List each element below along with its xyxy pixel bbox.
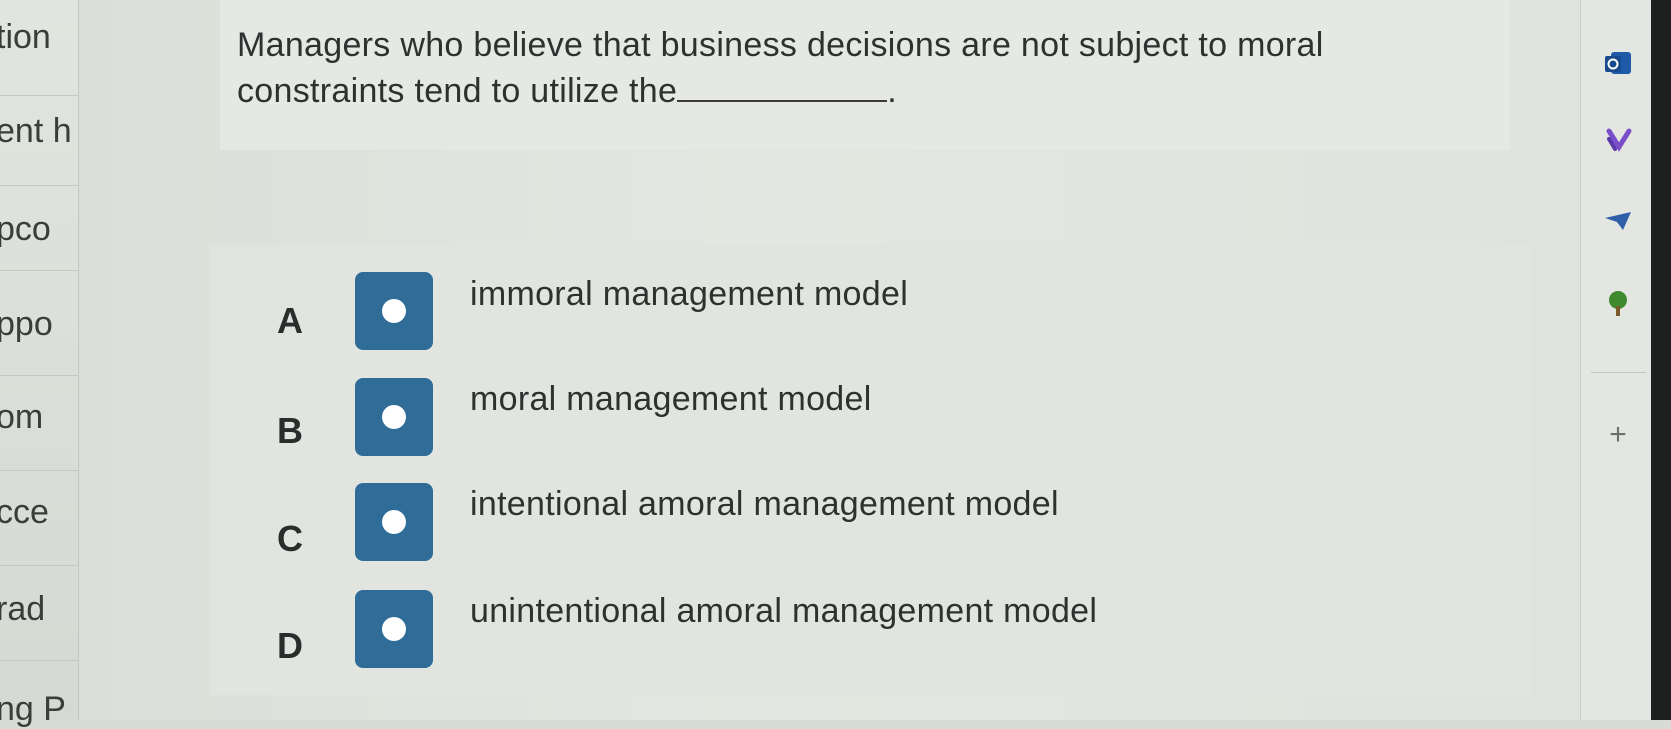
option-letter: D [277, 625, 303, 666]
sidebar-divider [0, 565, 78, 566]
sidebar-divider [0, 375, 78, 376]
sidebar-divider [0, 185, 78, 186]
question-period: . [887, 72, 897, 110]
sidebar-item-6[interactable]: cce [0, 493, 49, 532]
window-edge [1651, 0, 1671, 720]
send-icon[interactable] [1603, 208, 1633, 238]
sidebar-item-3[interactable]: pco [0, 210, 51, 249]
sidebar-item-4[interactable]: ppo [0, 305, 53, 344]
sidebar-divider [0, 95, 78, 96]
option-text: moral management model [470, 380, 872, 418]
outlook-icon[interactable] [1603, 48, 1633, 78]
option-letter: C [277, 518, 303, 559]
option-letter: B [277, 410, 303, 451]
todo-icon[interactable] [1603, 125, 1633, 155]
option-text: intentional amoral management model [470, 485, 1059, 523]
radio-dot-icon [382, 510, 406, 534]
add-icon[interactable]: + [1603, 418, 1633, 452]
option-d-radio[interactable] [355, 590, 433, 668]
radio-dot-icon [382, 617, 406, 641]
option-text: immoral management model [470, 275, 909, 313]
sidebar-item-7[interactable]: rad [0, 590, 45, 629]
sidebar-item-2[interactable]: ent h [0, 112, 72, 151]
sidebar-divider [0, 660, 78, 661]
sidebar-item-8[interactable]: ng P [0, 690, 66, 729]
answer-blank [677, 70, 888, 102]
radio-dot-icon [382, 299, 406, 323]
radio-dot-icon [382, 405, 406, 429]
sidebar-item-5[interactable]: om [0, 398, 43, 437]
option-a-radio[interactable] [355, 272, 433, 350]
tree-icon[interactable] [1603, 288, 1633, 318]
sidebar-divider [0, 470, 78, 471]
option-c-radio[interactable] [355, 483, 433, 561]
sidebar-divider [1591, 372, 1646, 373]
left-sidebar: tion ent h pco ppo om cce rad ng P [0, 0, 79, 728]
option-b-radio[interactable] [355, 378, 433, 456]
sidebar-item-1[interactable]: tion [0, 18, 51, 57]
option-letter: A [277, 300, 303, 341]
question-text: Managers who believe that business decis… [237, 22, 1497, 114]
option-text: unintentional amoral management model [470, 592, 1098, 630]
sidebar-divider [0, 270, 78, 271]
